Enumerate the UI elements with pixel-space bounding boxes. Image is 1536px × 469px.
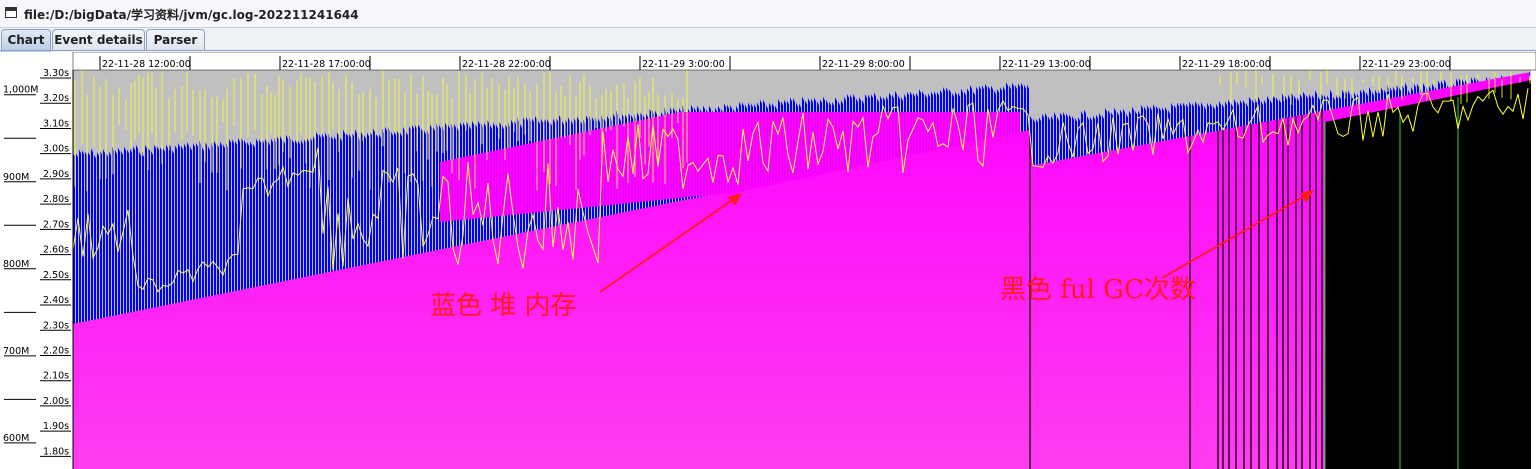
annotation-heap-label: 蓝色 堆 内存 bbox=[430, 291, 577, 321]
pause-tick-label: 2.90s bbox=[43, 169, 69, 180]
tab-chart[interactable]: Chart bbox=[1, 29, 51, 52]
pause-tick-label: 3.20s bbox=[43, 93, 69, 104]
pause-tick-label: 2.20s bbox=[43, 345, 69, 356]
memory-tick-label: 900M bbox=[3, 172, 29, 183]
time-tick-label: 22-11-28 22:00:00 bbox=[462, 59, 551, 70]
pause-tick-label: 1.90s bbox=[43, 421, 69, 432]
pause-tick-label: 2.00s bbox=[43, 396, 69, 407]
pause-tick-label: 3.10s bbox=[43, 118, 69, 129]
memory-tick-label: 1,000M bbox=[3, 85, 38, 96]
time-axis: 22-11-28 12:00:00 22-11-28 17:00:00 22-11-… bbox=[72, 52, 1536, 71]
pause-tick-label: 2.30s bbox=[43, 320, 69, 331]
tab-panel-border bbox=[0, 50, 1536, 51]
full-gc-region bbox=[1325, 80, 1531, 469]
tab-parser[interactable]: Parser bbox=[146, 29, 205, 50]
memory-tick-label: 700M bbox=[3, 346, 29, 357]
memory-tick-label: 600M bbox=[3, 433, 29, 444]
pause-tick-label: 2.70s bbox=[43, 219, 69, 230]
time-tick-label: 22-11-28 12:00:00 bbox=[102, 59, 191, 70]
window-title: file:/D:/bigData/学习资料/jvm/gc.log-2022112… bbox=[24, 8, 359, 22]
value-axes: 1,000M 900M 800M 700M 600M 3.30s 3.20s 3.10s 3.0… bbox=[0, 68, 74, 469]
memory-tick-label: 800M bbox=[3, 259, 29, 270]
time-tick-label: 22-11-29 18:00:00 bbox=[1182, 59, 1271, 70]
annotation-fullgc-label: 黑色 ful GC次数 bbox=[1000, 275, 1196, 305]
pause-tick-label: 3.30s bbox=[43, 68, 69, 79]
time-tick-label: 22-11-28 17:00:00 bbox=[282, 59, 371, 70]
pause-tick-label: 2.50s bbox=[43, 270, 69, 281]
window-title-bar: file:/D:/bigData/学习资料/jvm/gc.log-2022112… bbox=[0, 0, 1536, 28]
plot-area bbox=[72, 70, 1531, 469]
pause-tick-label: 3.00s bbox=[43, 144, 69, 155]
pause-tick-label: 2.10s bbox=[43, 371, 69, 382]
gc-chart[interactable]: 22-11-28 12:00:00 22-11-28 17:00:00 22-11-… bbox=[0, 52, 1536, 469]
pause-tick-label: 2.60s bbox=[43, 245, 69, 256]
time-tick-label: 22-11-29 8:00:00 bbox=[822, 59, 905, 70]
time-tick-label: 22-11-29 13:00:00 bbox=[1002, 59, 1091, 70]
pause-tick-label: 2.80s bbox=[43, 194, 69, 205]
window-icon bbox=[5, 7, 17, 18]
pause-tick-label: 1.80s bbox=[43, 446, 69, 457]
tab-event-details[interactable]: Event details bbox=[52, 29, 145, 50]
time-tick-label: 22-11-29 23:00:00 bbox=[1362, 59, 1451, 70]
pause-tick-label: 2.40s bbox=[43, 295, 69, 306]
time-tick-label: 22-11-29 3:00:00 bbox=[642, 59, 725, 70]
